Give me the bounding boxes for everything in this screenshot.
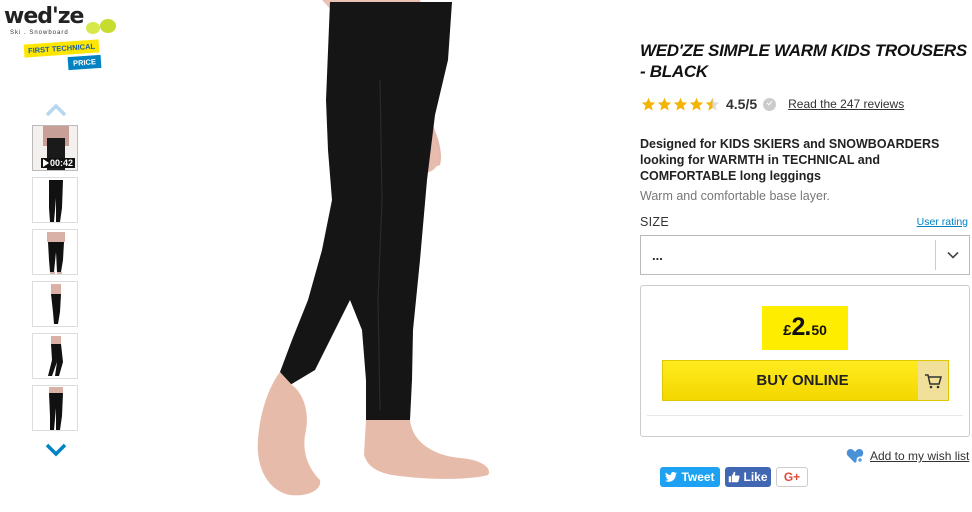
chevron-up-icon[interactable] <box>44 102 68 118</box>
rating-value: 4.5/5 <box>726 96 758 112</box>
video-duration: 00:42 <box>41 158 76 168</box>
logo-wordmark: wed'ze <box>4 4 84 29</box>
thumbnail-video[interactable]: 00:42 <box>32 125 78 171</box>
twitter-icon <box>665 472 678 482</box>
brand-logo[interactable]: wed'ze Ski . Snowboard FIRST TECHNICAL P… <box>4 4 116 71</box>
size-selected-value: ... <box>652 247 663 263</box>
add-to-wishlist[interactable]: Add to my wish list <box>846 448 969 464</box>
price-decimal: 50 <box>811 322 827 338</box>
chevron-down-icon[interactable] <box>935 240 969 270</box>
divider <box>647 415 963 416</box>
rating-stars <box>641 97 720 112</box>
verified-icon[interactable] <box>763 97 777 111</box>
wishlist-label: Add to my wish list <box>870 449 970 463</box>
price-tag: £ 2. 50 <box>762 306 848 350</box>
read-reviews-link[interactable]: Read the 247 reviews <box>788 97 904 111</box>
chevron-down-icon[interactable] <box>44 442 68 458</box>
heart-icon <box>846 449 864 464</box>
social-share: Tweet Like G+ <box>660 467 808 487</box>
product-description: Designed for KIDS SKIERS and SNOWBOARDER… <box>640 137 940 183</box>
facebook-like-button[interactable]: Like <box>725 467 771 487</box>
star-full-icon <box>689 97 704 110</box>
play-icon <box>43 159 49 167</box>
product-title: WED'ZE SIMPLE WARM KIDS TROUSERS - BLACK <box>640 41 967 81</box>
buy-online-label: BUY ONLINE <box>756 372 849 389</box>
price-currency: £ <box>783 322 792 339</box>
star-full-icon <box>673 97 688 110</box>
price-badge: PRICE <box>67 54 102 71</box>
thumbnail-item[interactable] <box>32 333 78 379</box>
star-half-icon <box>705 97 720 110</box>
thumbnail-image <box>49 387 63 430</box>
logo-dots-icon <box>86 19 116 34</box>
cart-icon <box>918 361 948 400</box>
buy-box: £ 2. 50 BUY ONLINE <box>640 285 970 437</box>
thumbnail-list: 00:42 <box>32 125 80 437</box>
google-plus-button[interactable]: G+ <box>776 467 808 487</box>
product-subdescription: Warm and comfortable base layer. <box>640 189 830 203</box>
tweet-label: Tweet <box>681 470 715 484</box>
thumbnail-item[interactable] <box>32 229 78 275</box>
user-rating-link[interactable]: User rating <box>917 216 968 228</box>
rating-row: 4.5/5 Read the 247 reviews <box>641 96 904 112</box>
star-full-icon <box>657 97 672 110</box>
google-plus-label: G+ <box>783 470 801 484</box>
thumbnail-item[interactable] <box>32 385 78 431</box>
buy-online-button[interactable]: BUY ONLINE <box>662 360 949 401</box>
size-select[interactable]: ... <box>640 235 970 275</box>
star-full-icon <box>641 97 656 110</box>
thumbs-up-icon <box>729 471 741 483</box>
thumbnail-image <box>49 180 63 222</box>
thumbnail-item[interactable] <box>32 281 78 327</box>
tweet-button[interactable]: Tweet <box>660 467 720 487</box>
thumbnail-image <box>51 284 61 324</box>
thumbnail-image <box>47 232 65 274</box>
thumbnail-image <box>48 336 63 376</box>
product-main-image[interactable] <box>230 0 530 512</box>
price-integer: 2. <box>791 313 811 341</box>
like-label: Like <box>743 470 768 484</box>
size-label: SIZE <box>640 215 669 229</box>
logo-tagline: Ski . Snowboard <box>10 30 69 36</box>
thumbnail-item[interactable] <box>32 177 78 223</box>
